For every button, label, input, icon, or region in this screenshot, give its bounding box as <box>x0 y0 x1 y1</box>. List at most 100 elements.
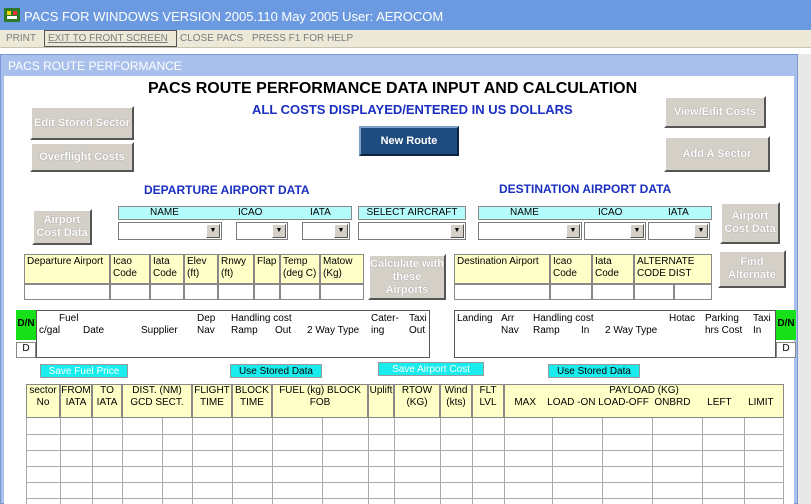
matow-cell[interactable] <box>320 284 364 300</box>
dep-icao-col: Icao Code <box>110 254 150 284</box>
menu-close[interactable]: CLOSE PACS <box>180 33 243 44</box>
supplier-label: Supplier <box>141 325 178 336</box>
ramp2-label: Ramp <box>533 325 560 336</box>
dest-iata-select[interactable]: ▼ <box>648 222 710 240</box>
rnwy-col: Rnwy (ft) <box>218 254 254 284</box>
dn-right-label: D/N <box>776 310 796 340</box>
dep-airport-col: Departure Airport <box>24 254 110 284</box>
scrollbar[interactable] <box>798 54 811 504</box>
twoway-label: 2 Way Type <box>307 325 360 336</box>
window-title: PACS FOR WINDOWS VERSION 2005.110 May 20… <box>24 9 444 24</box>
save-airport-cost-button[interactable]: Save Airport Cost <box>378 362 484 376</box>
dep-iata-select[interactable]: ▼ <box>302 222 350 240</box>
dest-icao-cell[interactable] <box>550 284 592 300</box>
in-label: In <box>581 325 590 336</box>
cgal-label: c/gal <box>39 325 61 336</box>
date-label: Date <box>83 325 105 336</box>
overflight-costs-button[interactable]: Overflight Costs <box>30 142 134 172</box>
col-flight-time: FLIGHT TIME <box>192 384 232 418</box>
aircraft-select[interactable]: ▼ <box>358 222 466 240</box>
handling2-label: Handling cost <box>533 313 594 324</box>
dest-icao-label: ICAO <box>598 207 623 218</box>
use-stored-data-button-1[interactable]: Use Stored Data <box>230 364 322 378</box>
twoway2-label: 2 Way Type <box>605 325 658 336</box>
col-block-time: BLOCK TIME <box>232 384 272 418</box>
page-subtitle: ALL COSTS DISPLAYED/ENTERED IN US DOLLAR… <box>252 102 573 117</box>
dep-icao-select[interactable]: ▼ <box>236 222 288 240</box>
new-route-button[interactable]: New Route <box>359 126 459 156</box>
dest-cost-box: Landing Arr Nav Handling cost Ramp In 2 … <box>454 310 776 358</box>
dep-name-select[interactable]: ▼ <box>118 222 222 240</box>
dep-iata-col: Iata Code <box>150 254 184 284</box>
elev-col: Elev (ft) <box>184 254 218 284</box>
col-from: FROM IATA <box>60 384 92 418</box>
payload-label: PAYLOAD (KG) <box>609 385 679 396</box>
flap-cell[interactable] <box>254 284 280 300</box>
dep-icao-cell[interactable] <box>110 284 150 300</box>
col-payload: PAYLOAD (KG) MAX LOAD -ON LOAD-OFF ONBRD… <box>504 384 784 418</box>
handling-label: Handling cost <box>231 313 292 324</box>
aircraft-header: SELECT AIRCRAFT <box>358 206 466 220</box>
dep-airport-cell[interactable] <box>24 284 110 300</box>
find-alternate-button[interactable]: Find Alternate <box>718 250 786 288</box>
calculate-button[interactable]: Calculate with these Airports <box>368 254 446 300</box>
payload-subcols: MAX LOAD -ON LOAD-OFF ONBRD LEFT LIMIT <box>514 397 774 408</box>
dep-name-label: NAME <box>150 207 179 218</box>
sector-grid[interactable] <box>26 418 784 504</box>
dest-name-select[interactable]: ▼ <box>478 222 582 240</box>
col-wind: Wind (kts) <box>440 384 472 418</box>
col-dist: DIST. (NM) GCD SECT. <box>122 384 192 418</box>
dep-airport-cost-button[interactable]: Airport Cost Data <box>32 209 92 245</box>
dep-icao-label: ICAO <box>238 207 263 218</box>
chevron-down-icon[interactable]: ▼ <box>334 224 348 238</box>
add-sector-button[interactable]: Add A Sector <box>664 136 770 172</box>
view-edit-costs-button[interactable]: View/Edit Costs <box>664 96 766 128</box>
dn-left-cell[interactable]: D <box>16 342 36 358</box>
page-title: PACS ROUTE PERFORMANCE DATA INPUT AND CA… <box>148 80 638 97</box>
chevron-down-icon[interactable]: ▼ <box>206 224 220 238</box>
chevron-down-icon[interactable]: ▼ <box>450 224 464 238</box>
chevron-down-icon[interactable]: ▼ <box>272 224 286 238</box>
edit-stored-sector-button[interactable]: Edit Stored Sector <box>30 106 134 140</box>
dep-iata-cell[interactable] <box>150 284 184 300</box>
taxi-out-label: Taxi Out <box>409 313 427 336</box>
dep-nav-label: Dep Nav <box>197 313 216 336</box>
alternate-col: ALTERNATE CODE DIST <box>634 254 712 284</box>
col-uplift: Uplift <box>368 384 394 418</box>
temp-cell[interactable] <box>280 284 320 300</box>
dest-airport-col: Destination Airport <box>454 254 550 284</box>
chevron-down-icon[interactable]: ▼ <box>566 224 580 238</box>
panel-title: PACS ROUTE PERFORMANCE <box>8 59 182 73</box>
flap-col: Flap <box>254 254 280 284</box>
elev-cell[interactable] <box>184 284 218 300</box>
alt-code-cell[interactable] <box>634 284 674 300</box>
dn-right-cell[interactable]: D <box>776 342 796 358</box>
dest-name-label: NAME <box>510 207 539 218</box>
use-stored-data-button-2[interactable]: Use Stored Data <box>548 364 640 378</box>
dep-cost-box: Fuel c/gal Date Supplier Dep Nav Handlin… <box>36 310 430 358</box>
menu-help: PRESS F1 FOR HELP <box>252 33 354 44</box>
landing-label: Landing <box>457 313 493 324</box>
col-fuel: FUEL (kg) BLOCK FOB <box>272 384 368 418</box>
dest-iata-cell[interactable] <box>592 284 634 300</box>
alt-dist-cell[interactable] <box>674 284 712 300</box>
taxi-in-label: Taxi In <box>753 313 771 336</box>
save-fuel-price-button[interactable]: Save Fuel Price <box>40 364 128 378</box>
app-icon <box>4 8 20 22</box>
parking-label: Parking hrs Cost <box>705 313 743 336</box>
hotac-label: Hotac <box>669 313 696 324</box>
menu-print[interactable]: PRINT <box>6 33 36 44</box>
dest-airport-cell[interactable] <box>454 284 550 300</box>
dest-airport-cost-button[interactable]: Airport Cost Data <box>720 202 780 244</box>
fuel-label: Fuel <box>59 313 79 324</box>
rnwy-cell[interactable] <box>218 284 254 300</box>
chevron-down-icon[interactable]: ▼ <box>630 224 644 238</box>
title-bar: PACS FOR WINDOWS VERSION 2005.110 May 20… <box>0 0 811 30</box>
dest-iata-col: Iata Code <box>592 254 634 284</box>
chevron-down-icon[interactable]: ▼ <box>694 224 708 238</box>
col-sector: sector No <box>26 384 60 418</box>
dest-icao-select[interactable]: ▼ <box>584 222 646 240</box>
matow-col: Matow (Kg) <box>320 254 364 284</box>
dest-iata-label: IATA <box>668 207 689 218</box>
destination-heading: DESTINATION AIRPORT DATA <box>499 182 672 196</box>
